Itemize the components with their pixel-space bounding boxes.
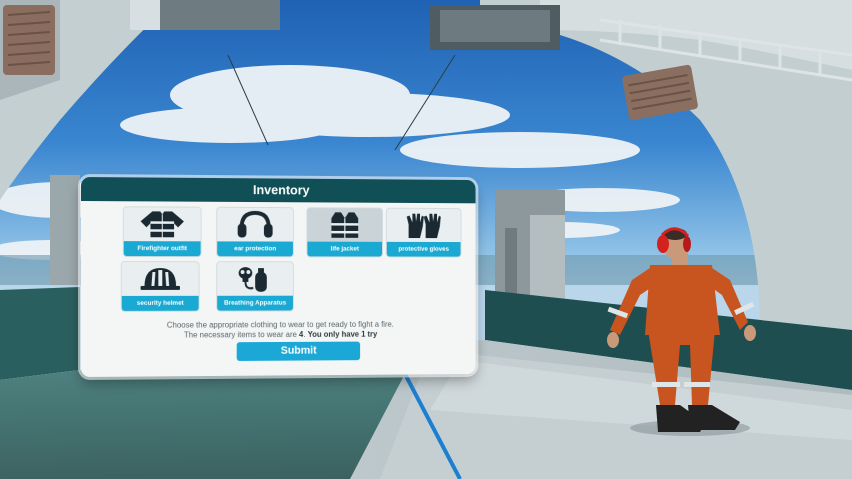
- instructions-line-2: The necessary items to wear are 4. You o…: [183, 329, 378, 340]
- item-breathing-apparatus[interactable]: Breathing Apparatus: [216, 261, 294, 312]
- ear-protection-icon: [232, 210, 279, 238]
- item-label: security helmet: [121, 295, 199, 311]
- item-label: protective gloves: [386, 241, 461, 257]
- item-life-jacket[interactable]: life jacket: [306, 207, 383, 258]
- try-limit-text: You only have 1 try: [307, 329, 378, 339]
- inventory-panel: Inventory Firefighter outfit ear protect…: [81, 177, 476, 377]
- item-security-helmet[interactable]: security helmet: [120, 261, 200, 312]
- ear-muff-icon: [657, 235, 669, 253]
- item-protective-gloves[interactable]: protective gloves: [385, 207, 462, 258]
- life-jacket-icon: [331, 212, 359, 240]
- breathing-apparatus-icon: [238, 267, 267, 294]
- instructions-text: Choose the appropriate clothing to wear …: [101, 320, 457, 341]
- security-helmet-icon: [140, 268, 180, 290]
- item-firefighter-outfit[interactable]: Firefighter outfit: [122, 206, 202, 258]
- item-label: Breathing Apparatus: [217, 295, 293, 311]
- item-label: ear protection: [217, 241, 293, 257]
- item-label: life jacket: [307, 241, 383, 257]
- vr-scene: Inventory Firefighter outfit ear protect…: [0, 0, 852, 479]
- submit-button[interactable]: Submit: [236, 341, 361, 361]
- item-ear-protection[interactable]: ear protection: [216, 206, 294, 258]
- inventory-title: Inventory: [81, 177, 476, 204]
- firefighter-outfit-icon: [140, 211, 184, 239]
- item-label: Firefighter outfit: [123, 241, 201, 257]
- protective-gloves-icon: [406, 213, 441, 239]
